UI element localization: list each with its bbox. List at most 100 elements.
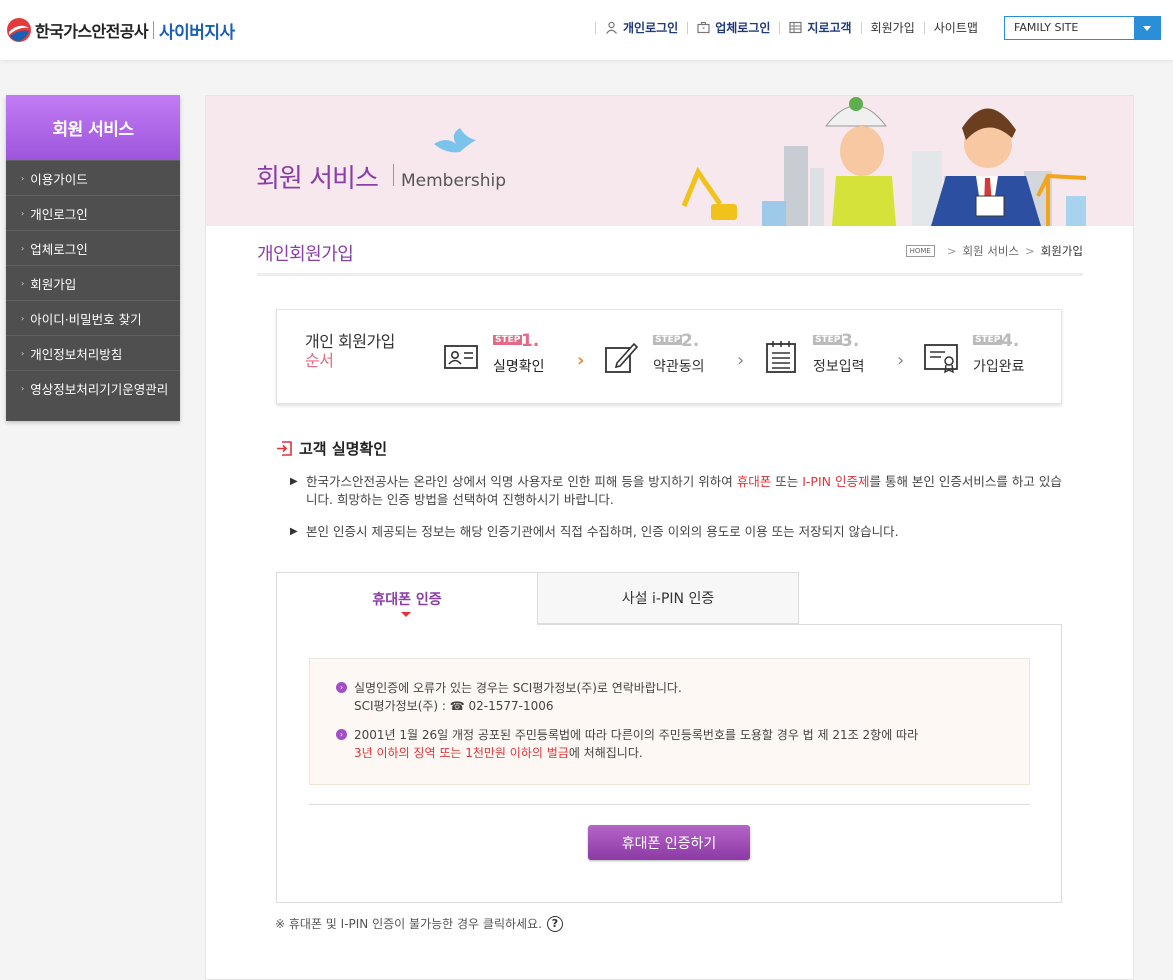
notice-text: 실명인증에 오류가 있는 경우는 SCI평가정보(주)로 연락바랍니다. [354,681,682,695]
bullet-icon: › [21,173,25,183]
notice-item-2: › 2001년 1월 26일 개정 공포된 주민등록법에 따라 다른이의 주민등… [336,726,918,762]
family-site-select[interactable]: FAMILY SITE [1004,16,1161,40]
sidebar-item-guide[interactable]: › 이용가이드 [6,160,180,195]
help-question-icon[interactable]: ? [546,915,563,932]
breadcrumb-home[interactable]: HOME [905,245,935,257]
top-header: 한국가스안전공사 사이버지사 개인로그인 업체로그인 지로고객 회원가입 사이트… [0,0,1173,60]
breadcrumb-separator: > [1025,244,1035,258]
footnote-text: ※ 휴대폰 및 I-PIN 인증이 불가능한 경우 클릭하세요. [275,917,542,931]
bullet-icon: › [21,383,25,393]
sidebar-item-cctv-policy[interactable]: › 영상정보처리기기운영관리 [6,370,180,405]
nav-giro-customer[interactable]: 지로고객 [789,19,852,36]
step-1-identity: STEP 1. 실명확인 [429,310,589,403]
chevron-down-icon[interactable] [1134,17,1160,39]
sidebar-title: 회원 서비스 [6,95,180,160]
chevron-circle-icon: › [336,729,347,740]
logo-subtitle: 사이버지사 [158,22,235,43]
notice-contact: SCI평가정보(주) : ☎ 02-1577-1006 [354,699,554,713]
sidebar-item-privacy-policy[interactable]: › 개인정보처리방침 [6,335,180,370]
step-badge: STEP [493,335,523,345]
kgs-logo-icon [7,18,31,42]
step-name: 실명확인 [493,359,545,375]
step-4-complete: STEP 4. 가입완료 [909,310,1061,403]
tab-label: 사설 i-PIN 인증 [621,591,715,607]
nav-signup[interactable]: 회원가입 [871,19,915,36]
breadcrumb-level1[interactable]: 회원 서비스 [962,243,1019,259]
page-title: 개인회원가입 [257,244,354,265]
pencil-edit-icon [605,342,639,373]
banner-subtitle: Membership [401,171,507,191]
footnote[interactable]: ※ 휴대폰 및 I-PIN 인증이 불가능한 경우 클릭하세요. ? [275,915,563,932]
nav-personal-login[interactable]: 개인로그인 [605,19,678,36]
logo-text: 한국가스안전공사 [35,22,149,41]
bullet-text-part: 한국가스안전공사는 온라인 상에서 익명 사용자로 인한 피해 등을 방지하기 … [306,474,737,489]
step-badge: STEP [813,335,843,345]
triangle-bullet-icon: ▶ [290,526,298,537]
sidebar-item-signup[interactable]: › 회원가입 [6,265,180,300]
title-underline [257,273,1083,276]
step-3-info: STEP 3. 정보입력 [749,310,907,403]
nav-separator [860,21,862,34]
nav-label: 개인로그인 [623,21,679,35]
logo-divider [152,21,154,39]
grid-icon [789,21,803,34]
breadcrumb: HOME > 회원 서비스 > 회원가입 [905,243,1083,259]
step-number: 2. [681,331,700,351]
notice-box: › 실명인증에 오류가 있는 경우는 SCI평가정보(주)로 연락바랍니다. S… [309,658,1030,785]
triangle-bullet-icon: ▶ [290,476,298,487]
tab-phone-auth[interactable]: 휴대폰 인증 [276,572,538,625]
step-badge: STEP [653,335,683,345]
membership-banner: 회원 서비스 Membership [206,96,1133,226]
login-arrow-icon [277,441,292,456]
certificate-icon [924,344,958,374]
step-badge: STEP [973,335,1003,345]
chevron-circle-icon: › [336,682,347,693]
nav-label: 회원가입 [870,21,915,35]
nav-separator [923,21,925,34]
panel-divider [309,804,1030,805]
step-number: 4. [1001,331,1020,351]
tab-panel: › 실명인증에 오류가 있는 경우는 SCI평가정보(주)로 연락바랍니다. S… [276,624,1062,903]
bullet-text: 한국가스안전공사는 온라인 상에서 익명 사용자로 인한 피해 등을 방지하기 … [292,473,1072,509]
breadcrumb-current: 회원가입 [1040,244,1083,258]
breadcrumb-separator: > [946,244,957,258]
sidebar-item-find-account[interactable]: › 아이디·비밀번호 찾기 [6,300,180,335]
steps-title-line1: 개인 회원가입 [305,332,395,351]
bullet-icon: › [21,313,25,323]
chevron-right-icon: › [897,350,905,371]
highlight-ipin: I-PIN 인증제 [802,474,870,489]
id-card-icon [444,345,478,369]
sidebar-item-personal-login[interactable]: › 개인로그인 [6,195,180,230]
bullet-icon: › [21,208,25,218]
steps-title: 개인 회원가입 순서 [305,332,395,370]
phone-auth-button[interactable]: 휴대폰 인증하기 [588,825,750,860]
sidebar-item-company-login[interactable]: › 업체로그인 [6,230,180,265]
chevron-right-icon: › [577,350,585,371]
bullet-text-part: 또는 [771,474,803,489]
auth-tabs: 휴대폰 인증 사설 i-PIN 인증 › 실명인증에 오류가 있는 경우는 SC… [276,572,1062,903]
bullet-icon: › [21,348,25,358]
highlight-phone: 휴대폰 [736,474,772,489]
step-2-terms: STEP 2. 약관동의 [589,310,747,403]
family-site-label: FAMILY SITE [1014,21,1079,34]
banner-title: 회원 서비스 [256,164,379,194]
nav-label: 업체로그인 [715,21,771,35]
tab-ipin-auth[interactable]: 사설 i-PIN 인증 [537,572,799,624]
nav-sitemap[interactable]: 사이트맵 [934,19,978,36]
site-logo[interactable]: 한국가스안전공사 사이버지사 [6,16,235,44]
document-list-icon [766,341,796,373]
briefcase-icon [697,21,710,34]
nav-company-login[interactable]: 업체로그인 [697,19,770,36]
banner-divider [393,164,394,186]
top-nav: 개인로그인 업체로그인 지로고객 회원가입 사이트맵 [586,19,978,36]
sidebar-item-label: 이용가이드 [30,171,88,187]
sidebar-item-label: 업체로그인 [30,241,88,257]
notice-item-1: › 실명인증에 오류가 있는 경우는 SCI평가정보(주)로 연락바랍니다. S… [336,679,682,715]
chevron-right-icon: › [737,350,745,371]
sidebar-item-label: 회원가입 [30,276,77,292]
nav-separator [779,21,781,34]
sidebar: 회원 서비스 › 이용가이드 › 개인로그인 › 업체로그인 › 회원가입 › 아이디·비… [6,95,180,421]
sidebar-item-label: 개인로그인 [30,206,88,222]
person-icon [606,21,617,34]
sidebar-item-label: 아이디·비밀번호 찾기 [30,311,142,327]
